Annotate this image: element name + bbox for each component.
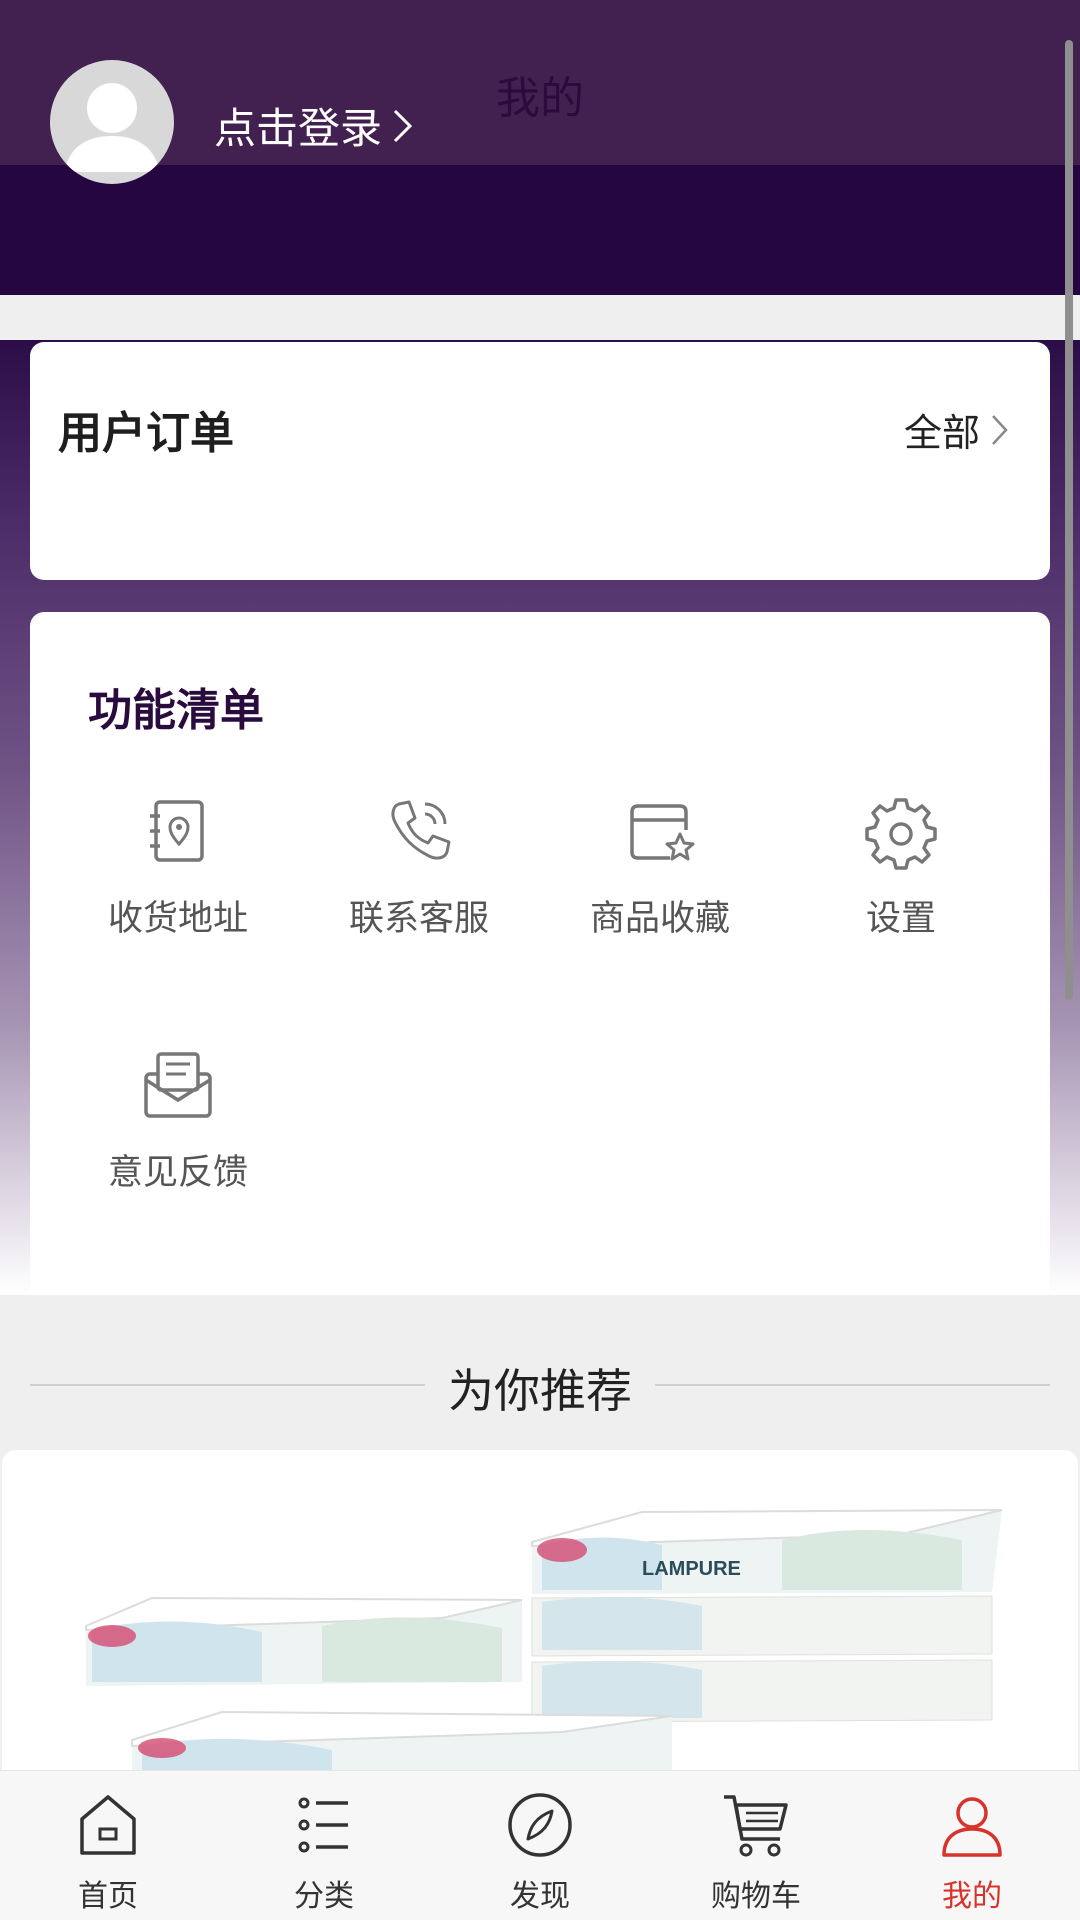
default-avatar-icon [64, 83, 160, 172]
tab-label: 发现 [510, 1879, 570, 1914]
recommend-title: 为你推荐 [448, 1364, 632, 1418]
list-icon [298, 1797, 348, 1853]
product-image: LAMPURE [85, 1509, 1003, 1770]
header-band [0, 165, 1080, 295]
tab-discover[interactable]: 发现 [432, 1771, 648, 1920]
tab-bar: 首页 分类 发现 购物车 我的 [0, 1770, 1080, 1920]
gear-icon [865, 798, 937, 870]
chevron-right-icon [393, 109, 413, 142]
tab-cart[interactable]: 购物车 [648, 1771, 864, 1920]
chevron-right-icon [992, 414, 1008, 445]
avatar[interactable] [50, 60, 174, 184]
function-item-feedback[interactable]: 意见反馈 [58, 1044, 298, 1244]
login-link[interactable]: 点击登录 [214, 95, 414, 156]
orders-title: 用户订单 [58, 408, 234, 459]
function-item-label: 联系客服 [348, 899, 489, 939]
tissue-pack: LAMPURE [531, 1509, 1003, 1594]
user-icon [942, 1797, 1002, 1857]
mail-icon [144, 1052, 212, 1118]
orders-card: 用户订单 全部 [30, 342, 1050, 580]
orders-all-link[interactable]: 全部 [904, 402, 1010, 457]
recommend-header: 为你推荐 [30, 1355, 1050, 1418]
home-icon [80, 1795, 136, 1855]
tab-label: 我的 [942, 1879, 1002, 1914]
tab-mine[interactable]: 我的 [864, 1771, 1080, 1920]
product-brand-label: LAMPURE [642, 1558, 741, 1580]
address-book-icon [150, 800, 204, 862]
function-item-address[interactable]: 收货地址 [58, 790, 298, 990]
tab-label: 分类 [294, 1879, 354, 1914]
orders-all-label: 全部 [903, 411, 980, 455]
login-label: 点击登录 [214, 104, 383, 153]
tab-label: 购物车 [711, 1879, 801, 1914]
function-item-label: 设置 [865, 899, 936, 939]
cart-icon [724, 1795, 788, 1857]
scrollbar[interactable] [1065, 40, 1073, 1000]
product-card[interactable]: LAMPURE [2, 1450, 1078, 1770]
function-item-label: 商品收藏 [589, 899, 730, 939]
function-item-settings[interactable]: 设置 [781, 790, 1021, 990]
function-item-customer-service[interactable]: 联系客服 [299, 790, 539, 990]
tab-category[interactable]: 分类 [216, 1771, 432, 1920]
function-item-label: 收货地址 [107, 899, 248, 939]
compass-icon [508, 1793, 572, 1857]
functions-card: 功能清单 收货地址 联系客服 商品收藏 设置 意见反馈 [30, 612, 1050, 1292]
favorites-icon [630, 804, 695, 861]
tab-home[interactable]: 首页 [0, 1771, 216, 1920]
header-gap [0, 295, 1080, 340]
function-item-favorites[interactable]: 商品收藏 [540, 790, 780, 990]
phone-icon [391, 800, 451, 860]
function-item-label: 意见反馈 [107, 1153, 248, 1193]
tab-label: 首页 [78, 1879, 138, 1914]
functions-title: 功能清单 [88, 685, 264, 736]
